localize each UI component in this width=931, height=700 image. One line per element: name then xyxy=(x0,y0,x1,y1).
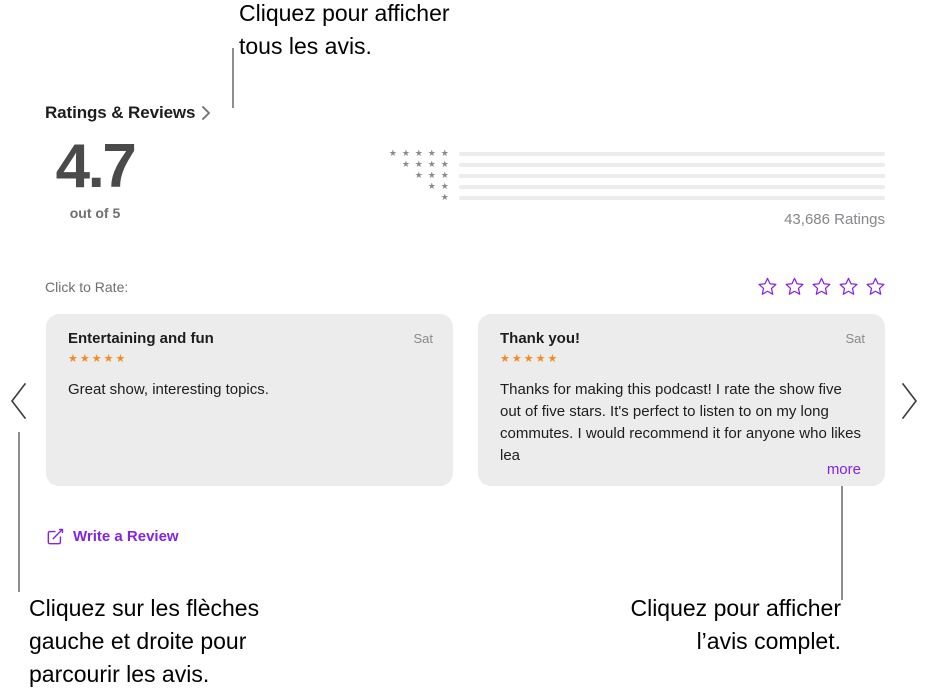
histogram-star-label: ★ ★ ★ ★ ★ xyxy=(388,148,450,158)
average-rating-scale: out of 5 xyxy=(69,205,121,221)
star-outline-icon[interactable] xyxy=(785,277,804,296)
star-outline-icon[interactable] xyxy=(839,277,858,296)
review-body: Thanks for making this podcast! I rate t… xyxy=(500,381,861,464)
annotation-view-all-reviews: Cliquez pour afficher tous les avis. xyxy=(239,0,450,59)
compose-icon xyxy=(47,528,64,545)
write-a-review-label: Write a Review xyxy=(73,528,179,545)
callout-line-more xyxy=(841,472,843,600)
review-title: Thank you! xyxy=(500,330,581,347)
average-rating-value: 4.7 xyxy=(55,132,137,201)
review-date: Sat xyxy=(413,331,433,346)
review-body: Great show, interesting topics. xyxy=(68,381,269,398)
histogram-track xyxy=(459,195,885,200)
histogram-star-label: ★ ★ xyxy=(427,181,450,191)
page-title: Ratings & Reviews xyxy=(45,103,196,122)
star-outline-icon[interactable] xyxy=(812,277,831,296)
histogram-track xyxy=(459,162,885,167)
review-rating-stars: ★★★★★ xyxy=(68,353,128,365)
annotation-arrows: Cliquez sur les flèches gauche et droite… xyxy=(29,595,260,687)
click-to-rate-row: Click to Rate: xyxy=(45,277,885,296)
star-outline-icon[interactable] xyxy=(758,277,777,296)
review-rating-stars: ★★★★★ xyxy=(500,353,560,365)
star-outline-icon[interactable] xyxy=(866,277,885,296)
total-ratings-count: 43,686 Ratings xyxy=(784,211,885,228)
histogram-star-label: ★ ★ ★ ★ xyxy=(401,159,450,169)
ratings-reviews-header[interactable]: Ratings & Reviews xyxy=(45,103,211,123)
review-card[interactable]: Thank you! Sat ★★★★★ Thanks for making t… xyxy=(478,314,885,486)
histogram-track xyxy=(459,173,885,178)
more-link[interactable]: more xyxy=(827,461,861,478)
histogram-row: ★ ★ ★ ★ xyxy=(388,159,885,170)
chevron-left-icon[interactable] xyxy=(8,382,30,420)
histogram-star-label: ★ xyxy=(440,192,450,202)
write-a-review-button[interactable]: Write a Review xyxy=(47,528,179,545)
review-card[interactable]: Entertaining and fun Sat ★★★★★ Great sho… xyxy=(46,314,453,486)
average-rating-block: 4.7 out of 5 xyxy=(45,132,145,222)
chevron-right-icon[interactable] xyxy=(898,382,920,420)
histogram-row: ★ ★ ★ xyxy=(388,170,885,181)
histogram-row: ★ ★ xyxy=(388,181,885,192)
histogram-track xyxy=(459,151,885,156)
chevron-right-icon xyxy=(202,106,211,120)
review-date: Sat xyxy=(845,331,865,346)
histogram-star-label: ★ ★ ★ xyxy=(414,170,450,180)
rate-stars-control[interactable] xyxy=(758,277,885,296)
histogram-row: ★ ★ ★ ★ ★ xyxy=(388,148,885,159)
click-to-rate-label: Click to Rate: xyxy=(45,278,129,295)
review-header: Thank you! Sat xyxy=(500,330,865,347)
review-title: Entertaining and fun xyxy=(68,330,214,347)
callout-line-view-all-reviews xyxy=(232,48,234,108)
histogram-track xyxy=(459,184,885,189)
rating-histogram: ★ ★ ★ ★ ★ ★ ★ ★ ★ ★ ★ ★ ★ ★ ★ xyxy=(388,148,885,203)
annotation-full-review: Cliquez pour afficher l’avis complet. xyxy=(630,595,841,654)
review-header: Entertaining and fun Sat xyxy=(68,330,433,347)
histogram-row: ★ xyxy=(388,192,885,203)
callout-line-arrows xyxy=(18,432,20,592)
